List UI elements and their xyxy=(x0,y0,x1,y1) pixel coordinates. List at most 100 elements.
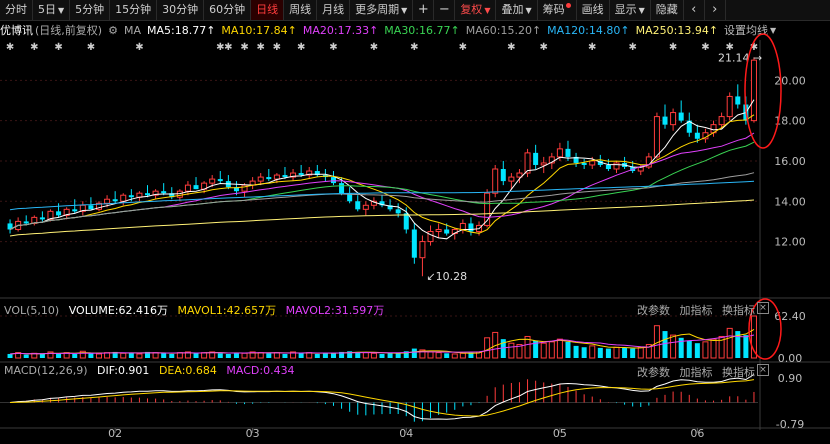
fuquan-button[interactable]: 复权 ▼ xyxy=(455,0,497,20)
volume-bar xyxy=(419,349,426,359)
candle-body xyxy=(209,178,216,184)
dif-value: DIF:0.901 xyxy=(97,364,150,377)
event-star-icon[interactable]: ✱ xyxy=(273,42,281,53)
macd-close-icon[interactable]: × xyxy=(757,364,769,376)
event-star-icon[interactable]: ✱ xyxy=(329,42,337,53)
event-star-icon[interactable]: ✱ xyxy=(410,42,418,53)
ma-settings-caret-icon[interactable]: ▼ xyxy=(770,26,776,35)
candle-body xyxy=(662,116,668,125)
event-star-icon[interactable]: ✱ xyxy=(507,42,515,53)
overlay-button[interactable]: 叠加 ▼ xyxy=(496,0,538,20)
candle-body xyxy=(435,228,442,232)
volume-bar xyxy=(95,353,102,359)
ma-settings-icon[interactable]: ⚙ xyxy=(108,24,118,37)
low-annotation: ↙10.28 xyxy=(426,270,467,283)
volume-bar xyxy=(176,352,183,359)
period-tab-6[interactable]: 日线 xyxy=(251,0,285,20)
volume-bar xyxy=(306,352,313,359)
period-tab-9[interactable]: 更多周期 ▼ xyxy=(350,0,414,20)
volume-bar xyxy=(193,353,199,358)
chevron-down-icon: ▼ xyxy=(401,6,408,15)
event-star-icon[interactable]: ✱ xyxy=(54,42,62,53)
event-star-icon[interactable]: ✱ xyxy=(459,42,467,53)
ma-value-5: MA120:14.80↑ xyxy=(547,23,630,37)
period-tab-1[interactable]: 5日 ▼ xyxy=(33,0,71,20)
volume-bar xyxy=(72,353,78,358)
volume-change-indicator-button[interactable]: 换指标 xyxy=(722,304,755,317)
event-star-icon[interactable]: ✱ xyxy=(540,42,548,53)
candle-body xyxy=(516,172,523,178)
period-tab-8[interactable]: 月线 xyxy=(317,0,351,20)
macd-value: MACD:0.434 xyxy=(226,364,295,377)
period-tab-4[interactable]: 30分钟 xyxy=(157,0,205,20)
volume-add-indicator-button[interactable]: 加指标 xyxy=(680,304,713,317)
candle-body xyxy=(273,174,280,180)
candle-body xyxy=(411,229,417,258)
event-star-icon[interactable]: ✱ xyxy=(628,42,636,53)
volume-bar xyxy=(161,353,167,358)
overlay-label: 叠加 xyxy=(501,3,524,16)
draw-line-button[interactable]: 画线 xyxy=(577,0,610,20)
event-star-icon[interactable]: ✱ xyxy=(750,42,758,53)
event-star-icon[interactable]: ✱ xyxy=(240,42,248,53)
event-star-icon[interactable]: ✱ xyxy=(30,42,38,53)
event-star-icon[interactable]: ✱ xyxy=(216,42,224,53)
candle-body xyxy=(492,168,499,194)
candle-body xyxy=(15,220,22,230)
candle-body xyxy=(355,201,361,210)
zoom-in-button[interactable]: + xyxy=(413,0,435,20)
hide-button[interactable]: 隐藏 xyxy=(651,0,684,20)
period-tab-label: 日线 xyxy=(256,3,279,16)
nav-prev-button[interactable]: ‹ xyxy=(684,0,705,20)
candle-body xyxy=(217,179,223,182)
event-star-icon[interactable]: ✱ xyxy=(701,42,709,53)
event-star-icon[interactable]: ✱ xyxy=(135,42,143,53)
candle-body xyxy=(161,191,167,194)
candle-body xyxy=(184,184,191,192)
candle-body xyxy=(201,182,208,190)
candle-body xyxy=(362,204,369,210)
event-star-icon[interactable]: ✱ xyxy=(669,42,677,53)
macd-modify-params-button[interactable]: 改参数 xyxy=(637,366,670,379)
display-button[interactable]: 显示 ▼ xyxy=(610,0,651,20)
period-tab-5[interactable]: 60分钟 xyxy=(204,0,252,20)
candle-body xyxy=(565,148,571,157)
ma-line-20 xyxy=(9,132,755,230)
ma-settings-button[interactable]: 设置均线 xyxy=(724,22,768,38)
date-tick-label: 06 xyxy=(690,427,704,440)
macd-add-indicator-button[interactable]: 加指标 xyxy=(680,366,713,379)
highlight-circle-price xyxy=(744,33,782,149)
zoom-out-button[interactable]: − xyxy=(434,0,456,20)
volume-panel-label: VOL(5,10) VOLUME:62.416万 MAVOL1:42.657万 … xyxy=(4,302,390,318)
volume-modify-params-button[interactable]: 改参数 xyxy=(637,304,670,317)
event-star-icon[interactable]: ✱ xyxy=(257,42,265,53)
candle-body xyxy=(95,202,102,210)
ma-line-30 xyxy=(9,141,755,230)
candle-body xyxy=(476,224,483,232)
nav-next-button[interactable]: › xyxy=(705,0,726,20)
chips-button[interactable]: 筹码 xyxy=(538,0,577,20)
ma-value-4: MA60:15.20↑ xyxy=(465,23,542,37)
macd-change-indicator-button[interactable]: 换指标 xyxy=(722,366,755,379)
candle-body xyxy=(387,205,393,210)
event-star-icon[interactable]: ✱ xyxy=(726,42,734,53)
volume-bar xyxy=(370,352,377,359)
period-tab-2[interactable]: 5分钟 xyxy=(70,0,111,20)
candle-body xyxy=(710,124,717,134)
period-tab-7[interactable]: 周线 xyxy=(284,0,318,20)
candle-body xyxy=(249,180,256,186)
event-star-icon[interactable]: ✱ xyxy=(297,42,305,53)
event-star-icon[interactable]: ✱ xyxy=(87,42,95,53)
volume-close-icon[interactable]: × xyxy=(757,302,769,314)
candle-body xyxy=(152,190,159,196)
event-star-icon[interactable]: ✱ xyxy=(6,42,14,53)
candle-body xyxy=(257,176,264,182)
period-tab-3[interactable]: 15分钟 xyxy=(110,0,158,20)
volume-bar xyxy=(7,353,13,358)
candle-body xyxy=(540,162,547,166)
event-star-icon[interactable]: ✱ xyxy=(224,42,232,53)
candle-body xyxy=(686,120,692,133)
event-star-icon[interactable]: ✱ xyxy=(588,42,596,53)
event-star-icon[interactable]: ✱ xyxy=(370,42,378,53)
period-tab-0[interactable]: 分时 xyxy=(0,0,33,20)
